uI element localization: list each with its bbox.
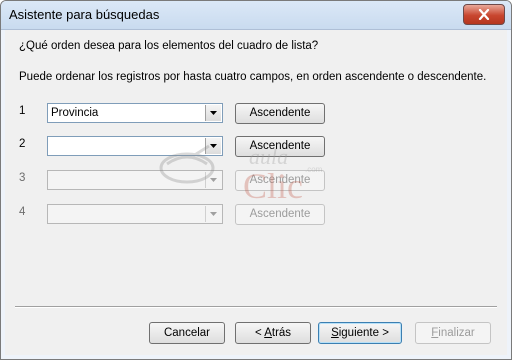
sort-field-1-value: Provincia [51,107,99,119]
watermark-word-clic: Clic [243,166,303,206]
finish-button: Finalizar [415,322,491,344]
next-rest: iguiente > [338,327,389,339]
aulaclic-watermark-logo: aula .com Clic [159,144,323,206]
dialog-window: Asistente para búsquedas ¿Qué orden dese… [0,0,512,360]
next-button[interactable]: Siguiente > [318,322,402,344]
row-number-2: 2 [19,138,26,150]
row-number-4: 4 [19,206,26,218]
instructions-text: Puede ordenar los registros por hasta cu… [19,71,487,83]
back-rest: trás [271,327,292,339]
window-title: Asistente para búsquedas [9,7,160,22]
sort-order-1-button[interactable]: Ascendente [235,103,325,124]
cancel-button[interactable]: Cancelar [149,322,225,344]
back-button[interactable]: < Atrás [235,322,311,344]
close-icon [478,9,490,20]
dropdown-arrow-icon [205,206,221,222]
sort-order-4-button: Ascendente [235,204,325,225]
title-bar[interactable]: Asistente para búsquedas [1,1,511,30]
sort-field-1-combo[interactable]: Provincia [47,103,223,123]
next-accesskey: S [331,327,339,339]
question-text: ¿Qué orden desea para los elementos del … [19,40,319,52]
dropdown-arrow-icon[interactable] [205,105,221,121]
row-number-1: 1 [19,105,26,117]
dialog-body: ¿Qué orden desea para los elementos del … [5,30,507,355]
sort-field-4-combo [47,204,223,224]
close-button[interactable] [463,4,505,25]
row-number-3: 3 [19,172,26,184]
watermark-suffix: .com [305,165,323,174]
back-accesskey: A [264,327,272,339]
back-prefix: < [254,327,265,339]
finish-rest: inalizar [438,327,475,339]
bottom-separator [15,306,497,308]
